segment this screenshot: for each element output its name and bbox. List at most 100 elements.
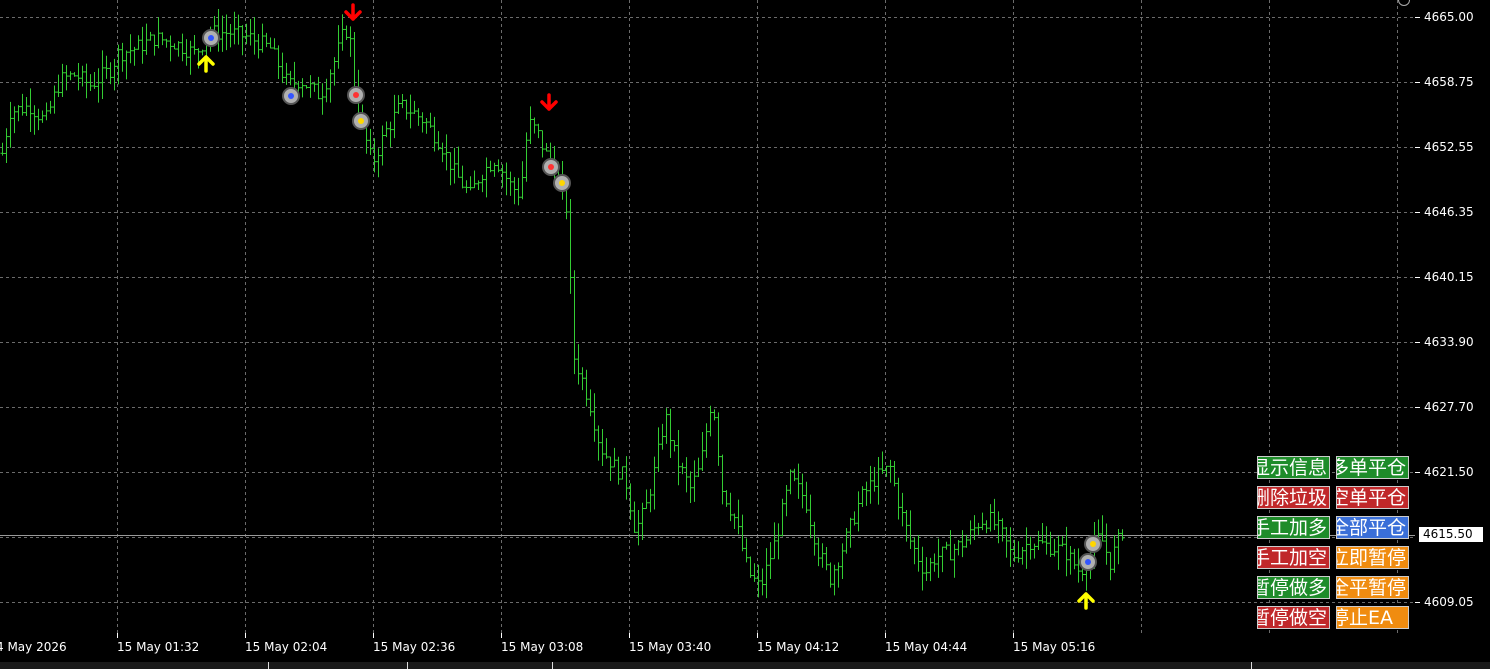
time-label: 15 May 03:40 [629,640,712,654]
price-bar [0,142,5,156]
price-bar [532,117,537,134]
price-bar [460,165,465,189]
price-bar [72,72,77,77]
price-bar [1052,538,1057,557]
price-bar [540,130,545,158]
ea-button-label: 多单平仓 [1336,457,1407,479]
price-bar [1112,535,1117,573]
price-bar [1044,526,1049,555]
price-bar [864,481,869,506]
ea-button-label: 全部平仓 [1336,517,1407,539]
ea-button[interactable]: 立即暂停 [1336,546,1409,569]
ea-button[interactable]: 空单平仓 [1336,486,1409,509]
price-bar [40,110,45,123]
price-bar [48,100,53,114]
price-bar [980,512,985,531]
price-bar [152,34,157,56]
ea-button[interactable]: 删除垃圾 [1257,486,1330,509]
price-bar [304,85,309,89]
ea-button-label: 立即暂停 [1336,547,1407,569]
price-bar [984,520,989,534]
price-bar [384,121,389,138]
price-bar [816,538,821,567]
ea-button[interactable]: 显示信息 [1257,456,1330,479]
price-bar [840,543,845,580]
price-bar [676,429,681,486]
price-bar [176,41,181,57]
price-bar [1040,522,1045,544]
ea-button[interactable]: 全部平仓 [1336,516,1409,539]
ea-button[interactable]: 暂停做空 [1257,606,1330,629]
price-tick [1415,342,1420,343]
price-bar [848,517,853,548]
buy-arrow-icon [197,55,215,73]
ea-button[interactable]: 暂停做多 [1257,576,1330,599]
price-bar [832,564,837,596]
price-bar [624,456,629,500]
price-bar [32,105,37,135]
price-label: 4627.70 [1424,400,1474,414]
price-bar [804,481,809,514]
price-bar [260,23,265,53]
trade-marker-icon[interactable] [1079,553,1097,571]
time-tick [117,633,118,638]
time-tick [757,633,758,638]
price-bar [916,535,921,572]
price-bar [168,35,173,62]
trade-marker-icon[interactable] [202,29,220,47]
chart-tabs-bar[interactable] [0,662,1490,669]
price-bar [820,543,825,568]
price-bar [512,177,517,205]
price-bar [336,25,341,69]
price-bar [284,62,289,85]
price-bar [764,548,769,599]
price-bar [456,146,461,178]
time-tick [1013,633,1014,638]
price-bar [696,457,701,478]
price-bar [744,538,749,563]
price-bar [748,556,753,578]
price-bar [1032,543,1037,559]
trade-marker-icon[interactable] [542,158,560,176]
price-bar [144,23,149,55]
price-bar [1104,523,1109,565]
price-tick [1415,147,1420,148]
trade-marker-icon[interactable] [352,112,370,130]
price-bar [596,425,601,461]
price-bar [224,14,229,51]
ea-button-label: 暂停做空 [1257,607,1328,629]
trade-marker-icon[interactable] [1084,535,1102,553]
buy-arrow-icon [1077,592,1095,610]
price-label: 4640.15 [1424,270,1474,284]
chart-canvas[interactable] [0,0,1415,633]
price-bar [220,15,225,52]
price-bar [404,99,409,120]
ea-button[interactable]: 全平暂停 [1336,576,1409,599]
trade-marker-icon[interactable] [347,86,365,104]
trade-marker-icon[interactable] [282,87,300,105]
ea-button[interactable]: 停止EA [1336,606,1409,629]
price-bar [928,557,933,582]
ea-button[interactable]: 手工加空 [1257,546,1330,569]
price-chart[interactable] [0,0,1415,633]
price-bar [720,454,725,505]
trade-marker-icon[interactable] [553,174,571,192]
current-price-label: 4615.50 [1419,527,1483,542]
price-bar [1008,527,1013,567]
ea-button[interactable]: 手工加多 [1257,516,1330,539]
price-bar [156,17,161,49]
price-bar [420,112,425,133]
price-bar [228,24,233,48]
price-bar [960,530,965,558]
price-bar [448,152,453,186]
ea-button[interactable]: 多单平仓 [1336,456,1409,479]
price-bar [644,489,649,509]
price-bar [160,32,165,46]
price-bar [412,100,417,115]
price-bar [312,81,317,92]
ea-button-label: 手工加空 [1257,547,1328,569]
price-bar [1004,526,1009,558]
price-bar [800,473,805,509]
price-bar [352,32,357,94]
time-label: 15 May 03:08 [501,640,584,654]
